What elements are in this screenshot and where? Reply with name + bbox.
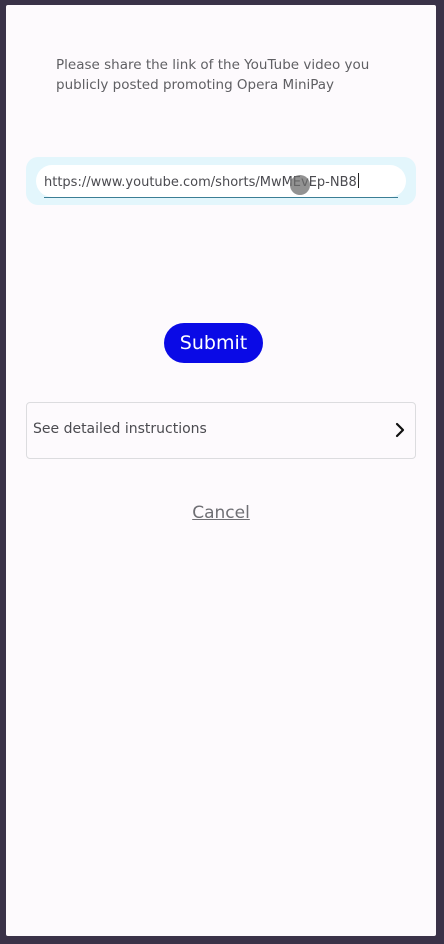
input-underline xyxy=(44,197,398,198)
see-instructions-row[interactable]: See detailed instructions xyxy=(26,402,416,459)
link-input-container: https://www.youtube.com/shorts/MwMEvEp-N… xyxy=(26,157,416,205)
youtube-link-value: https://www.youtube.com/shorts/MwMEvEp-N… xyxy=(44,173,359,190)
app-screen: Please share the link of the YouTube vid… xyxy=(6,5,436,936)
youtube-link-input[interactable]: https://www.youtube.com/shorts/MwMEvEp-N… xyxy=(36,165,406,197)
prompt-text: Please share the link of the YouTube vid… xyxy=(56,57,370,93)
cancel-link[interactable]: Cancel xyxy=(6,503,436,523)
touch-indicator xyxy=(290,175,310,195)
instructions-label: See detailed instructions xyxy=(33,421,207,437)
chevron-right-icon xyxy=(395,422,405,438)
submit-button[interactable]: Submit xyxy=(164,323,263,363)
text-caret xyxy=(357,173,359,188)
